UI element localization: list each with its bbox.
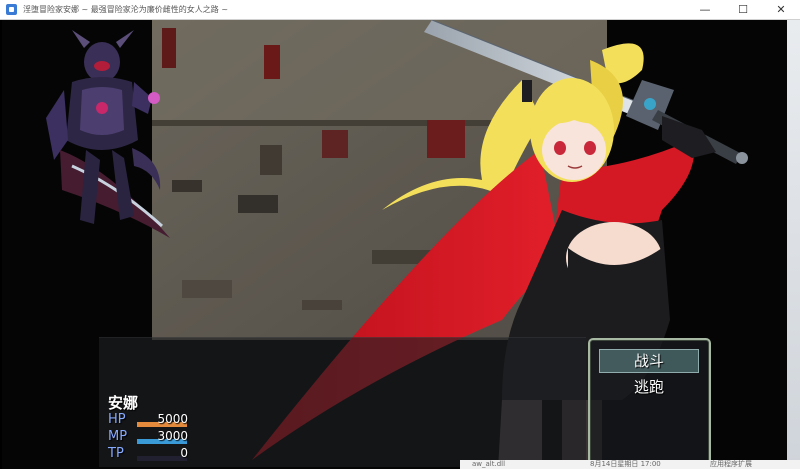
hp-gauge: HP 5000 bbox=[108, 412, 188, 429]
close-icon[interactable]: ✕ bbox=[762, 0, 800, 19]
tp-gauge: TP 0 bbox=[108, 446, 188, 463]
title-bar[interactable]: 淫堕冒险家安娜 ~ 最强冒险家沦为廉价雌性的女人之路 ~ — ☐ ✕ bbox=[0, 0, 800, 20]
taskbar-item-file: aw_alt.dll bbox=[472, 460, 506, 468]
game-window: 淫堕冒险家安娜 ~ 最强冒险家沦为廉价雌性的女人之路 ~ — ☐ ✕ 安娜 HP… bbox=[0, 0, 800, 469]
taskbar-strip: aw_alt.dll 8月14日星期日 17:00 应用程序扩展 bbox=[460, 460, 800, 469]
hair-ribbon bbox=[522, 80, 532, 102]
window-title: 淫堕冒险家安娜 ~ 最强冒险家沦为廉价雌性的女人之路 ~ bbox=[23, 5, 229, 14]
tp-label: TP bbox=[108, 446, 124, 461]
mp-label: MP bbox=[108, 429, 128, 444]
hp-value: 5000 bbox=[157, 412, 188, 426]
fight-command[interactable]: 战斗 bbox=[599, 349, 699, 373]
battle-status-window: 安娜 HP 5000 MP 3000 TP 0 bbox=[99, 337, 586, 467]
game-canvas[interactable]: 安娜 HP 5000 MP 3000 TP 0 战斗 逃跑 bbox=[2, 20, 787, 469]
mp-value: 3000 bbox=[157, 429, 188, 443]
window-controls: — ☐ ✕ bbox=[686, 0, 800, 19]
taskbar-item-date: 8月14日星期日 17:00 bbox=[590, 460, 661, 468]
maximize-icon[interactable]: ☐ bbox=[724, 0, 762, 19]
taskbar-item-type: 应用程序扩展 bbox=[710, 460, 752, 468]
hp-label: HP bbox=[108, 412, 126, 427]
minimize-icon[interactable]: — bbox=[686, 0, 724, 19]
actor-name: 安娜 bbox=[108, 394, 139, 412]
party-command-window: 战斗 逃跑 bbox=[588, 338, 711, 469]
escape-command[interactable]: 逃跑 bbox=[599, 375, 699, 399]
app-icon bbox=[6, 4, 17, 15]
tp-value: 0 bbox=[180, 446, 188, 460]
mp-gauge: MP 3000 bbox=[108, 429, 188, 446]
desktop-edge bbox=[787, 20, 800, 469]
